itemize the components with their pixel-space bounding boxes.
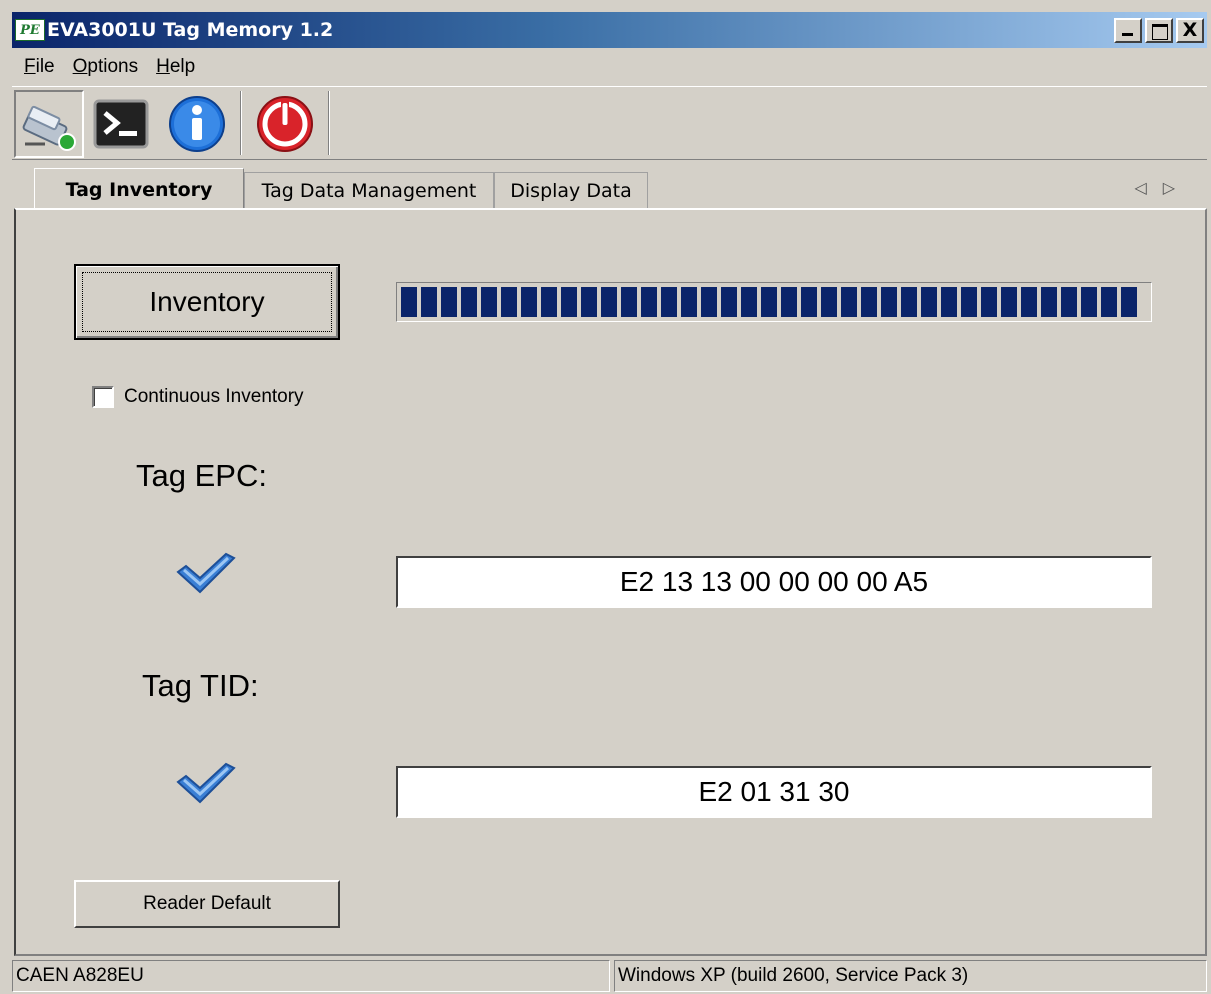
- progress-segment: [821, 287, 837, 317]
- progress-segment: [1061, 287, 1077, 317]
- progress-segment: [661, 287, 677, 317]
- progress-segment: [861, 287, 877, 317]
- progress-segment: [421, 287, 437, 317]
- progress-segment: [601, 287, 617, 317]
- tag-epc-field: E2 13 13 00 00 00 00 A5: [396, 556, 1152, 608]
- progress-segment: [721, 287, 737, 317]
- status-bar: CAEN A828EU Windows XP (build 2600, Serv…: [12, 960, 1207, 992]
- tab-scroll-arrows: ◁▷: [1134, 178, 1191, 197]
- usb-connected-icon: [22, 105, 76, 151]
- tab-tag-data-management[interactable]: Tag Data Management: [244, 172, 494, 208]
- progress-segment: [961, 287, 977, 317]
- inventory-button-label: Inventory: [149, 286, 265, 317]
- progress-segment: [521, 287, 537, 317]
- continuous-inventory-checkbox[interactable]: [92, 386, 114, 408]
- progress-segment: [1121, 287, 1137, 317]
- progress-segment: [901, 287, 917, 317]
- menu-bar: File Options Help: [12, 52, 1207, 82]
- progress-segment: [781, 287, 797, 317]
- minimize-button[interactable]: [1114, 18, 1142, 43]
- title-bar[interactable]: PE EVA3001U Tag Memory 1.2 X: [12, 12, 1207, 48]
- close-button[interactable]: X: [1176, 18, 1204, 43]
- terminal-button[interactable]: [86, 90, 156, 158]
- progress-segment: [1081, 287, 1097, 317]
- tab-scroll-right-icon[interactable]: ▷: [1163, 178, 1191, 197]
- power-icon: [257, 96, 313, 152]
- progress-segment: [621, 287, 637, 317]
- tab-strip: Tag Inventory Tag Data Management Displa…: [12, 164, 1207, 210]
- toolbar: [12, 86, 1207, 160]
- tab-tag-inventory[interactable]: Tag Inventory: [34, 168, 244, 210]
- tag-tid-label: Tag TID:: [142, 668, 259, 703]
- toolbar-separator: [240, 91, 242, 155]
- progress-segment: [1001, 287, 1017, 317]
- window-title: EVA3001U Tag Memory 1.2: [47, 19, 334, 41]
- inventory-button[interactable]: Inventory: [74, 264, 340, 340]
- progress-segment: [581, 287, 597, 317]
- progress-segment: [801, 287, 817, 317]
- info-button[interactable]: [162, 90, 232, 158]
- progress-segment: [481, 287, 497, 317]
- menu-options[interactable]: Options: [73, 56, 138, 78]
- tag-epc-label: Tag EPC:: [136, 458, 267, 493]
- reader-default-label: Reader Default: [143, 893, 271, 914]
- terminal-icon: [93, 99, 149, 149]
- progress-segment: [921, 287, 937, 317]
- epc-check-icon: [176, 552, 236, 594]
- info-icon: [169, 96, 225, 152]
- progress-segment: [461, 287, 477, 317]
- progress-segment: [1101, 287, 1117, 317]
- progress-segment: [881, 287, 897, 317]
- status-os: Windows XP (build 2600, Service Pack 3): [614, 960, 1207, 992]
- tag-tid-field: E2 01 31 30: [396, 766, 1152, 818]
- continuous-inventory-row[interactable]: Continuous Inventory: [92, 386, 304, 408]
- window-controls: X: [1111, 18, 1204, 43]
- reader-default-button[interactable]: Reader Default: [74, 880, 340, 928]
- progress-segment: [701, 287, 717, 317]
- progress-segment: [401, 287, 417, 317]
- power-button[interactable]: [250, 90, 320, 158]
- tid-check-icon: [176, 762, 236, 804]
- progress-segment: [501, 287, 517, 317]
- progress-segment: [561, 287, 577, 317]
- progress-segment: [681, 287, 697, 317]
- progress-segment: [1021, 287, 1037, 317]
- app-logo-icon: PE: [15, 19, 45, 41]
- tag-inventory-panel: Inventory Continuous Inventory Tag EPC: …: [14, 208, 1207, 956]
- progress-segment: [841, 287, 857, 317]
- progress-segment: [1041, 287, 1057, 317]
- menu-help[interactable]: Help: [156, 56, 195, 78]
- progress-segment: [981, 287, 997, 317]
- app-window: PE EVA3001U Tag Memory 1.2 X File Option…: [0, 0, 1211, 994]
- tab-scroll-left-icon[interactable]: ◁: [1134, 178, 1162, 197]
- progress-segment: [741, 287, 757, 317]
- status-device: CAEN A828EU: [12, 960, 610, 992]
- continuous-inventory-label: Continuous Inventory: [124, 386, 304, 407]
- toolbar-separator: [328, 91, 330, 155]
- menu-file[interactable]: File: [24, 56, 55, 78]
- maximize-button[interactable]: [1145, 18, 1173, 43]
- progress-segment: [441, 287, 457, 317]
- inventory-progress-bar: [396, 282, 1152, 322]
- connect-button[interactable]: [14, 90, 84, 158]
- progress-segment: [641, 287, 657, 317]
- tab-display-data[interactable]: Display Data: [494, 172, 648, 208]
- progress-segment: [941, 287, 957, 317]
- progress-segment: [541, 287, 557, 317]
- progress-segment: [761, 287, 777, 317]
